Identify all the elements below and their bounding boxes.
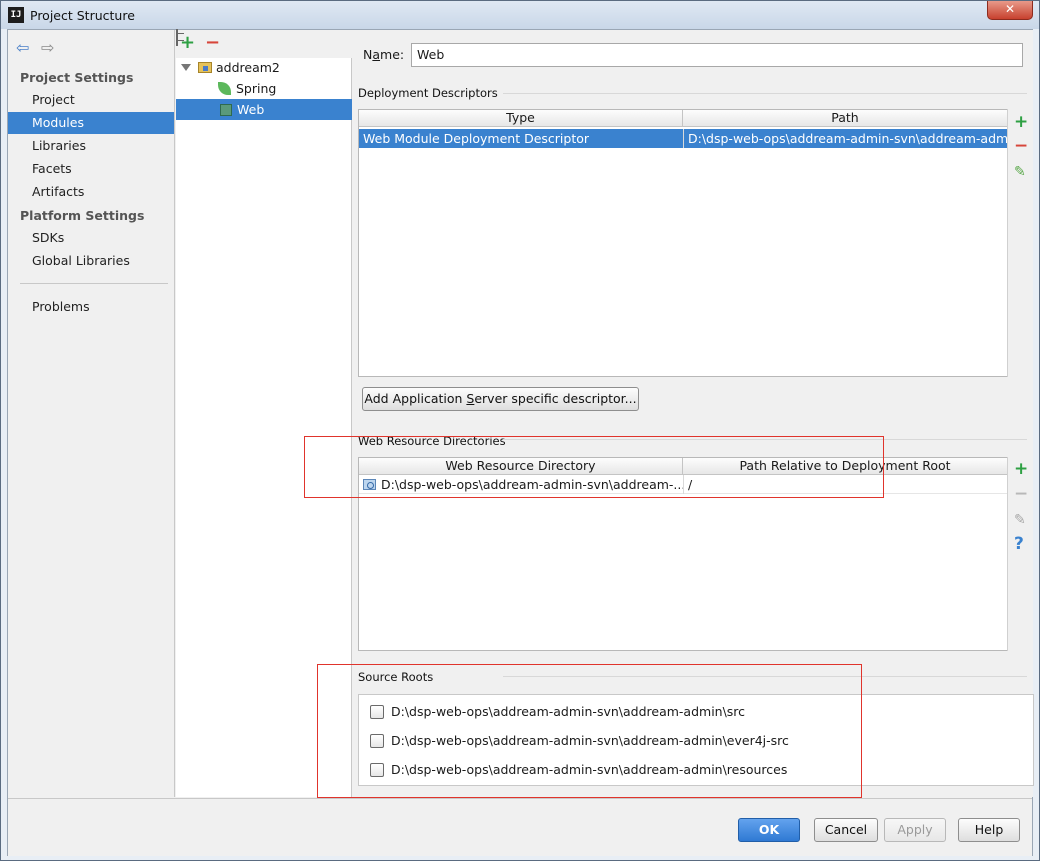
source-root-path: D:\dsp-web-ops\addream-admin-svn\addream… <box>391 704 746 719</box>
web-facet-icon <box>220 104 232 116</box>
web-resource-folder-icon <box>363 479 376 490</box>
source-roots-list: D:\dsp-web-ops\addream-admin-svn\addream… <box>358 694 1034 786</box>
section-separator <box>503 93 1027 94</box>
source-roots-label: Source Roots <box>358 670 434 684</box>
dialog-content: ⇦ ⇨ Project Settings Project Modules Lib… <box>7 29 1034 856</box>
source-root-checkbox[interactable] <box>370 734 384 748</box>
name-field[interactable]: Web <box>411 43 1023 67</box>
source-root-path: D:\dsp-web-ops\addream-admin-svn\addream… <box>391 762 788 777</box>
spring-leaf-icon <box>218 82 231 95</box>
tree-node-web[interactable]: Web <box>176 99 352 120</box>
nav-divider <box>20 283 168 284</box>
table-row[interactable]: D:\dsp-web-ops\addream-admin-svn\addream… <box>359 475 1008 494</box>
column-header-relative-path[interactable]: Path Relative to Deployment Root <box>683 458 1008 475</box>
web-resource-directories-toolbar: + − ✎ ? <box>1007 457 1033 651</box>
module-folder-icon <box>198 62 212 73</box>
column-header-path[interactable]: Path <box>683 110 1008 127</box>
settings-nav: ⇦ ⇨ Project Settings Project Modules Lib… <box>8 30 175 797</box>
intellij-app-icon: IJ <box>8 7 24 23</box>
deployment-descriptors-table: Type Path Web Module Deployment Descript… <box>358 109 1009 377</box>
nav-item-global-libraries[interactable]: Global Libraries <box>8 250 174 272</box>
add-server-descriptor-button[interactable]: Add Application Server specific descript… <box>362 387 639 411</box>
remove-descriptor-icon[interactable]: − <box>1014 137 1028 155</box>
section-separator <box>503 439 1027 440</box>
section-separator <box>503 676 1027 677</box>
edit-descriptor-icon[interactable]: ✎ <box>1014 163 1026 181</box>
tree-node-label: addream2 <box>216 60 280 75</box>
remove-directory-icon[interactable]: − <box>1014 485 1028 503</box>
apply-button[interactable]: Apply <box>884 818 946 842</box>
nav-item-modules[interactable]: Modules <box>8 112 174 134</box>
edit-directory-icon[interactable]: ✎ <box>1014 511 1026 529</box>
tree-node-label: Spring <box>236 81 277 96</box>
tree-toolbar: + − <box>176 29 352 58</box>
deployment-descriptors-toolbar: + − ✎ <box>1007 109 1033 377</box>
nav-item-facets[interactable]: Facets <box>8 158 174 180</box>
nav-item-project[interactable]: Project <box>8 89 174 111</box>
column-header-type[interactable]: Type <box>359 110 683 127</box>
web-resource-directories-table: Web Resource Directory Path Relative to … <box>358 457 1009 651</box>
tree-node-label: Web <box>237 102 265 117</box>
nav-item-artifacts[interactable]: Artifacts <box>8 181 174 203</box>
tree-node-addream2[interactable]: addream2 <box>176 57 352 78</box>
add-directory-icon[interactable]: + <box>1014 460 1028 478</box>
source-root-checkbox[interactable] <box>370 763 384 777</box>
tree-node-spring[interactable]: Spring <box>218 78 276 99</box>
remove-module-icon[interactable]: − <box>205 33 220 53</box>
deployment-descriptors-label: Deployment Descriptors <box>358 86 498 100</box>
name-label: Name: <box>363 47 405 62</box>
close-window-button[interactable]: ✕ <box>987 1 1033 20</box>
relative-path-cell: / <box>688 477 693 492</box>
dialog-button-bar: OK Cancel Apply Help <box>8 798 1032 856</box>
help-question-icon[interactable]: ? <box>1014 535 1024 553</box>
nav-item-sdks[interactable]: SDKs <box>8 227 174 249</box>
web-resource-directories-label: Web Resource Directories <box>358 434 506 448</box>
copy-module-icon[interactable] <box>176 29 178 46</box>
add-descriptor-icon[interactable]: + <box>1014 113 1028 131</box>
table-row[interactable]: Web Module Deployment Descriptor D:\dsp-… <box>359 129 1008 148</box>
web-facet-panel: Name: Web Deployment Descriptors Type Pa… <box>353 30 1034 797</box>
nav-item-problems[interactable]: Problems <box>8 296 174 318</box>
window-title: Project Structure <box>30 8 135 23</box>
forward-arrow-icon[interactable]: ⇨ <box>41 38 54 57</box>
help-button[interactable]: Help <box>958 818 1020 842</box>
web-resource-directory-cell: D:\dsp-web-ops\addream-admin-svn\addream… <box>359 475 683 494</box>
cancel-button[interactable]: Cancel <box>814 818 878 842</box>
project-settings-header: Project Settings <box>20 70 134 85</box>
descriptor-path-cell: D:\dsp-web-ops\addream-admin-svn\addream… <box>688 131 1008 146</box>
project-structure-window: IJ Project Structure ✕ ⇦ ⇨ Project Setti… <box>0 0 1040 861</box>
platform-settings-header: Platform Settings <box>20 208 145 223</box>
module-tree: + − addream2 Spring Web <box>176 29 352 797</box>
expand-arrow-icon[interactable] <box>181 64 191 71</box>
title-bar[interactable]: IJ Project Structure ✕ <box>1 1 1039 29</box>
nav-item-libraries[interactable]: Libraries <box>8 135 174 157</box>
ok-button[interactable]: OK <box>738 818 800 842</box>
source-root-path: D:\dsp-web-ops\addream-admin-svn\addream… <box>391 733 789 748</box>
column-header-web-resource-directory[interactable]: Web Resource Directory <box>359 458 683 475</box>
back-arrow-icon[interactable]: ⇦ <box>16 38 29 57</box>
table-header: Type Path <box>359 110 1008 127</box>
table-header: Web Resource Directory Path Relative to … <box>359 458 1008 475</box>
source-root-checkbox[interactable] <box>370 705 384 719</box>
descriptor-type-cell: Web Module Deployment Descriptor <box>363 131 590 146</box>
